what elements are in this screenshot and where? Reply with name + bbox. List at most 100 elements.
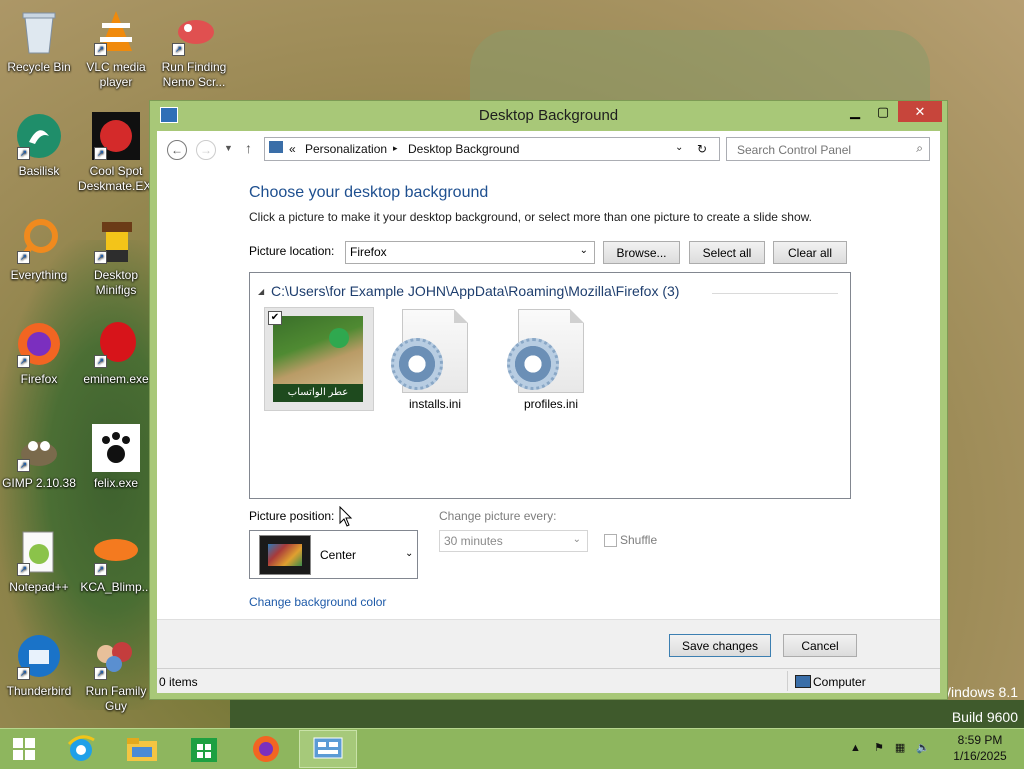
cool-spot-icon: ↗ xyxy=(92,112,140,160)
shuffle-checkbox[interactable] xyxy=(604,534,617,547)
notepad-plus-plus-icon: ↗ xyxy=(15,528,63,576)
desktop-icon-family-guy[interactable]: ↗ Run Family Guy xyxy=(78,632,154,714)
mouse-cursor-icon xyxy=(339,506,353,527)
recent-locations-dropdown[interactable]: ▼ xyxy=(224,143,233,153)
network-icon[interactable]: ▦ xyxy=(895,742,905,754)
search-box[interactable]: ⌕ xyxy=(726,137,930,161)
window-content: ← → ▼ ↑ « Personalization ▸ Desktop Back… xyxy=(157,131,940,693)
picture-location-select[interactable]: Firefox ⌄ xyxy=(345,241,595,264)
gimp-icon: ↗ xyxy=(15,424,63,472)
kca-blimp-icon: ↗ xyxy=(92,528,140,576)
volume-icon[interactable]: 🔈 xyxy=(916,742,930,754)
picture-position-label: Picture position: xyxy=(249,509,335,523)
chevron-down-icon: ⌄ xyxy=(405,548,414,559)
windows-logo-icon xyxy=(13,738,35,760)
taskbar-internet-explorer[interactable] xyxy=(52,730,110,768)
picture-list[interactable]: ◢ C:\Users\for Example JOHN\AppData\Roam… xyxy=(249,272,851,499)
address-bar[interactable]: « Personalization ▸ Desktop Background ⌄… xyxy=(264,137,720,161)
desktop-icon-minifigs[interactable]: ↗ Desktop Minifigs xyxy=(78,216,154,298)
status-separator xyxy=(787,671,788,691)
taskbar-file-explorer[interactable] xyxy=(113,730,171,768)
basilisk-icon: ↗ xyxy=(15,112,63,160)
action-center-flag-icon[interactable]: ⚑ xyxy=(874,742,884,754)
everything-icon: ↗ xyxy=(15,216,63,264)
clock[interactable]: 8:59 PM 1/16/2025 xyxy=(944,732,1016,764)
desktop-icon-cool-spot[interactable]: ↗ Cool Spot Deskmate.EXE xyxy=(78,112,159,194)
thumbnail-checkbox[interactable]: ✔ xyxy=(268,311,282,325)
search-input[interactable] xyxy=(735,140,909,160)
family-guy-icon: ↗ xyxy=(92,632,140,680)
taskbar-firefox[interactable] xyxy=(237,730,295,768)
file-item-profiles-ini[interactable]: profiles.ini xyxy=(506,309,596,411)
select-all-button[interactable]: Select all xyxy=(689,241,765,264)
change-background-color-link[interactable]: Change background color xyxy=(249,595,386,609)
status-location: Computer xyxy=(813,675,866,689)
clock-time: 8:59 PM xyxy=(957,733,1003,747)
breadcrumb-personalization[interactable]: Personalization xyxy=(305,142,387,156)
vlc-icon: ↗ xyxy=(92,8,140,56)
desktop-icon-firefox[interactable]: ↗ Firefox xyxy=(1,320,77,387)
maximize-button[interactable]: ▢ xyxy=(870,101,896,122)
picture-position-select[interactable]: Center ⌄ xyxy=(249,530,418,579)
os-watermark-line1: Windows 8.1 xyxy=(937,684,1018,700)
desktop-icon-felix[interactable]: felix.exe xyxy=(78,424,154,491)
finding-nemo-icon: ↗ xyxy=(170,8,218,56)
file-item-installs-ini[interactable]: installs.ini xyxy=(390,309,480,411)
back-button[interactable]: ← xyxy=(167,140,187,160)
chevron-down-icon: ⌄ xyxy=(572,534,581,545)
desktop-icon-notepad-plus-plus[interactable]: ↗ Notepad++ xyxy=(1,528,77,595)
browse-button[interactable]: Browse... xyxy=(603,241,680,264)
save-changes-button[interactable]: Save changes xyxy=(669,634,771,657)
desktop-icon-basilisk[interactable]: ↗ Basilisk xyxy=(1,112,77,179)
desktop-icon-kca-blimp[interactable]: ↗ KCA_Blimp... xyxy=(78,528,154,595)
address-dropdown-icon[interactable]: ⌄ xyxy=(675,142,683,153)
desktop-icon-gimp[interactable]: ↗ GIMP 2.10.38 xyxy=(1,424,77,491)
title-bar[interactable]: Desktop Background ▁ ▢ ✕ xyxy=(150,101,947,131)
taskbar-control-panel[interactable] xyxy=(299,730,357,768)
internet-explorer-icon xyxy=(67,735,95,761)
settings-file-icon xyxy=(391,309,468,393)
control-panel-icon xyxy=(269,141,283,153)
whatsapp-perfume-thumbnail: عطر الواتساب xyxy=(273,316,363,402)
page-instructions: Click a picture to make it your desktop … xyxy=(249,210,812,224)
search-icon[interactable]: ⌕ xyxy=(916,141,923,156)
start-button[interactable] xyxy=(0,730,48,768)
desktop-icon-recycle-bin[interactable]: Recycle Bin xyxy=(1,8,77,75)
close-button[interactable]: ✕ xyxy=(898,101,942,122)
taskbar-store[interactable] xyxy=(175,730,233,768)
desktop-icon-everything[interactable]: ↗ Everything xyxy=(1,216,77,283)
clock-date: 1/16/2025 xyxy=(953,749,1007,763)
change-picture-label: Change picture every: xyxy=(439,509,557,523)
dialog-footer: Save changes Cancel xyxy=(157,619,940,669)
group-divider xyxy=(712,293,838,294)
os-watermark-line2: Build 9600 xyxy=(951,709,1018,725)
minimize-button[interactable]: ▁ xyxy=(842,101,868,122)
desktop-icon-eminem[interactable]: ↗ eminem.exe xyxy=(78,320,154,387)
address-overflow[interactable]: « xyxy=(289,142,296,156)
desktop-icon-finding-nemo[interactable]: ↗ Run Finding Nemo Scr... xyxy=(156,8,232,90)
folder-group-header[interactable]: C:\Users\for Example JOHN\AppData\Roamin… xyxy=(271,283,679,299)
minifigs-icon: ↗ xyxy=(92,216,140,264)
picture-location-label: Picture location: xyxy=(249,244,335,258)
change-interval-select[interactable]: 30 minutes ⌄ xyxy=(439,530,588,552)
desktop-icon-thunderbird[interactable]: ↗ Thunderbird xyxy=(1,632,77,699)
wallpaper-strip xyxy=(230,700,1024,728)
refresh-icon[interactable]: ↻ xyxy=(697,142,707,156)
firefox-icon: ↗ xyxy=(15,320,63,368)
show-hidden-icons-icon[interactable]: ▲ xyxy=(850,742,861,754)
picture-thumbnail-selected[interactable]: عطر الواتساب ✔ xyxy=(264,307,374,411)
forward-button[interactable]: → xyxy=(196,140,216,160)
settings-file-icon xyxy=(507,309,584,393)
up-button[interactable]: ↑ xyxy=(245,140,252,156)
breadcrumb-desktop-background[interactable]: Desktop Background xyxy=(408,142,519,156)
eminem-icon: ↗ xyxy=(92,320,140,368)
status-bar: 0 items Computer xyxy=(157,668,940,693)
status-item-count: 0 items xyxy=(159,675,198,689)
cancel-button[interactable]: Cancel xyxy=(783,634,857,657)
collapse-triangle-icon[interactable]: ◢ xyxy=(258,287,264,296)
clear-all-button[interactable]: Clear all xyxy=(773,241,847,264)
whatsapp-logo-icon xyxy=(329,328,349,348)
thumbnail-caption: عطر الواتساب xyxy=(273,384,363,402)
desktop-icon-vlc[interactable]: ↗ VLC media player xyxy=(78,8,154,90)
store-icon xyxy=(191,738,217,762)
